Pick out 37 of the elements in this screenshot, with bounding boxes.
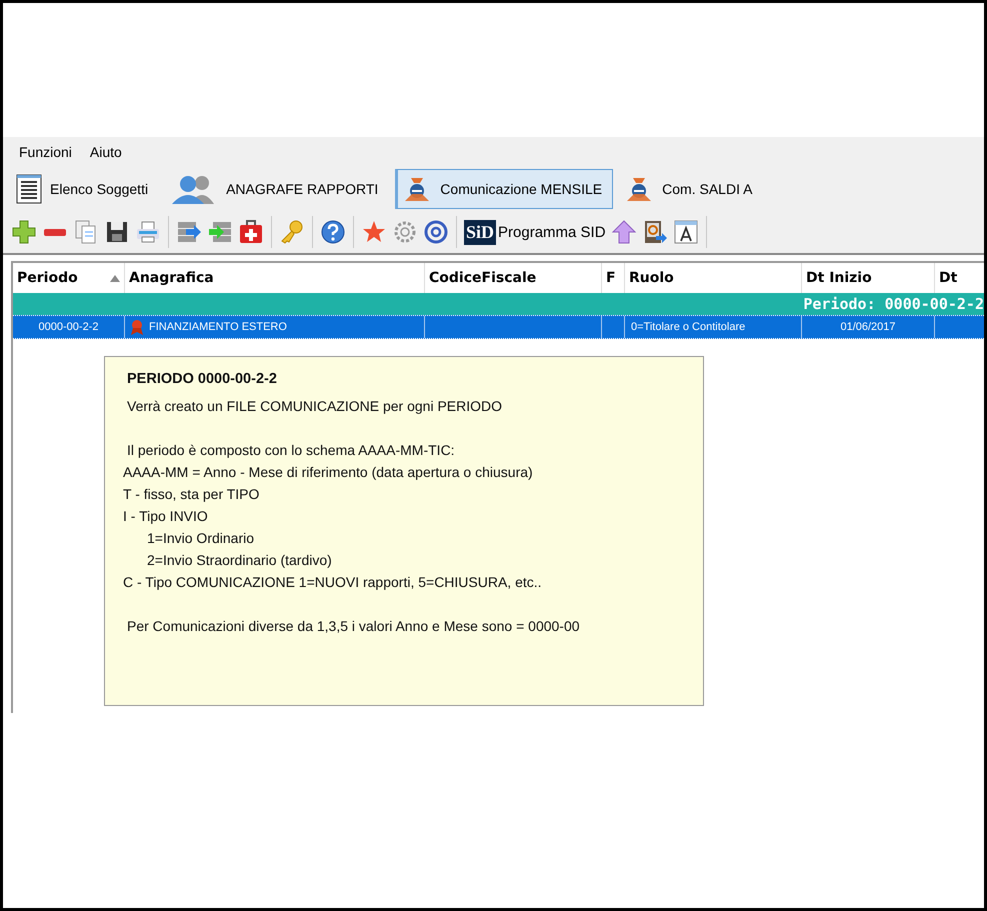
settings-icon[interactable] xyxy=(392,219,418,245)
tooltip-text: AAAA-MM = Anno - Mese di riferimento (data apertura o chiusura) xyxy=(123,463,534,482)
table-cell: 0000-00-2-2 xyxy=(13,316,125,338)
print-icon[interactable] xyxy=(135,219,161,245)
font-icon[interactable] xyxy=(672,219,699,245)
list-icon xyxy=(16,174,42,204)
arrow-up-icon[interactable] xyxy=(610,219,637,245)
key-icon[interactable] xyxy=(279,219,305,245)
toolbar-tab[interactable]: Comunicazione MENSILE xyxy=(395,169,614,209)
help-icon[interactable] xyxy=(320,219,346,245)
database-export-icon[interactable] xyxy=(176,219,202,245)
toolbar-tab[interactable]: ANAGRAFE RAPPORTI xyxy=(165,169,390,209)
sid-program-button[interactable]: SiD Programma SID xyxy=(464,220,606,244)
menu-item[interactable]: Aiuto xyxy=(84,144,130,160)
toolbar-tab[interactable]: Com. SALDI A xyxy=(619,169,764,209)
plus-icon[interactable] xyxy=(11,219,37,245)
group-label: Periodo: 0000-00-2-2 xyxy=(803,295,984,313)
star-icon[interactable] xyxy=(361,219,387,245)
tooltip-text: T - fisso, sta per TIPO xyxy=(123,485,260,504)
tooltip-text: Verrà creato un FILE COMUNICAZIONE per ogni PERIODO xyxy=(126,397,504,416)
first-aid-kit-icon[interactable] xyxy=(238,219,264,245)
ribbon-icon xyxy=(131,319,143,335)
tooltip-text: C - Tipo COMUNICAZIONE 1=NUOVI rapporti, 5=CHIUSURA, etc.. xyxy=(123,573,543,592)
database-import-icon[interactable] xyxy=(207,219,233,245)
tooltip-title: PERIODO 0000-00-2-2 xyxy=(127,371,278,387)
toolbar-tab[interactable]: Elenco Soggetti xyxy=(11,169,160,209)
tooltip-text: Il periodo è composto con lo schema AAAA-MM-TIC: xyxy=(126,441,456,460)
table-cell: FINANZIAMENTO ESTERO xyxy=(149,321,287,333)
save-icon[interactable] xyxy=(104,219,130,245)
menu-item[interactable]: Funzioni xyxy=(13,144,80,160)
tooltip-text: I - Tipo INVIO xyxy=(123,507,209,526)
tooltip-text: Per Comunicazioni diverse da 1,3,5 i valori Anno e Mese sono = 0000-00 xyxy=(126,617,581,636)
tooltip-text: 1=Invio Ordinario xyxy=(146,529,256,548)
table-row[interactable]: 0000-00-2-2 FINANZIAMENTO ESTERO 0=Titolare o Contitolare 01/06/2017 xyxy=(13,315,984,339)
tooltip-text: 2=Invio Straordinario (tardivo) xyxy=(146,551,333,570)
table-cell: 01/06/2017 xyxy=(802,316,935,338)
table-cell: 0=Titolare o Contitolare xyxy=(625,316,802,338)
